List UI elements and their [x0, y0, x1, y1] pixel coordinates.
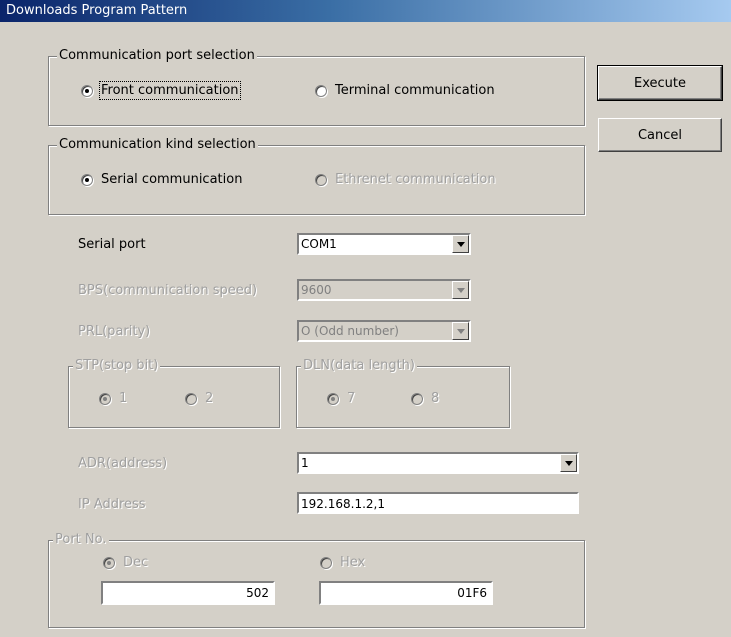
- port-selection-legend: Communication port selection: [57, 48, 257, 63]
- stop-bit-legend: STP(stop bit): [73, 358, 161, 373]
- terminal-communication-radio[interactable]: Terminal communication: [315, 83, 495, 98]
- port-dec-label: Dec: [123, 555, 149, 570]
- bps-select[interactable]: 9600: [297, 279, 471, 301]
- ip-address-field[interactable]: 192.168.1.2,1: [297, 492, 579, 514]
- radio-checked-icon: [81, 84, 93, 97]
- radio-unchecked-icon: [320, 556, 332, 569]
- port-dec-value: 502: [246, 586, 269, 600]
- data-length-8-label: 8: [431, 391, 440, 406]
- ip-address-value: 192.168.1.2,1: [301, 497, 385, 511]
- kind-selection-group: Communication kind selection Serial comm…: [48, 137, 585, 215]
- serial-port-label: Serial port: [78, 237, 146, 252]
- data-length-group: DLN(data length) 7 8: [296, 358, 510, 428]
- port-dec-radio[interactable]: Dec: [103, 555, 148, 570]
- ethernet-communication-radio[interactable]: Ethrenet communication: [315, 172, 496, 187]
- kind-selection-legend: Communication kind selection: [57, 137, 258, 152]
- radio-checked-icon: [99, 392, 111, 405]
- window-title: Downloads Program Pattern: [6, 3, 188, 18]
- port-number-group: Port No. Dec Hex 502 01F6: [48, 532, 585, 628]
- front-communication-radio[interactable]: Front communication: [81, 81, 241, 100]
- port-hex-label: Hex: [340, 555, 366, 570]
- bps-value: 9600: [301, 283, 332, 297]
- serial-communication-label: Serial communication: [101, 172, 243, 187]
- address-value: 1: [301, 456, 309, 470]
- chevron-down-icon[interactable]: [452, 235, 469, 253]
- stop-bit-2-radio[interactable]: 2: [185, 391, 213, 406]
- terminal-communication-label: Terminal communication: [335, 83, 495, 98]
- port-number-legend: Port No.: [53, 532, 109, 547]
- title-bar: Downloads Program Pattern: [0, 0, 731, 22]
- address-label: ADR(address): [78, 456, 168, 471]
- data-length-7-radio[interactable]: 7: [327, 391, 355, 406]
- cancel-label: Cancel: [637, 127, 683, 143]
- port-hex-radio[interactable]: Hex: [320, 555, 365, 570]
- port-hex-field[interactable]: 01F6: [319, 581, 493, 605]
- serial-communication-radio[interactable]: Serial communication: [81, 172, 242, 187]
- stop-bit-group: STP(stop bit) 1 2: [68, 358, 280, 428]
- chevron-down-icon[interactable]: [452, 322, 469, 340]
- prl-select[interactable]: O (Odd number): [297, 320, 471, 342]
- stop-bit-1-radio[interactable]: 1: [99, 391, 127, 406]
- serial-port-value: COM1: [301, 237, 337, 251]
- dialog-body: Communication port selection Front commu…: [0, 22, 731, 633]
- bps-label: BPS(communication speed): [78, 283, 258, 298]
- chevron-down-icon[interactable]: [560, 454, 577, 472]
- port-dec-field[interactable]: 502: [101, 581, 275, 605]
- ethernet-communication-label: Ethrenet communication: [335, 172, 496, 187]
- execute-label: Execute: [634, 75, 686, 91]
- radio-checked-icon: [81, 173, 93, 186]
- cancel-button[interactable]: Cancel: [598, 118, 722, 152]
- radio-unchecked-icon: [315, 173, 327, 186]
- radio-checked-icon: [103, 556, 115, 569]
- prl-value: O (Odd number): [301, 324, 399, 338]
- data-length-legend: DLN(data length): [301, 358, 417, 373]
- port-hex-value: 01F6: [457, 586, 487, 600]
- radio-unchecked-icon: [411, 392, 423, 405]
- address-select[interactable]: 1: [297, 452, 579, 474]
- data-length-8-radio[interactable]: 8: [411, 391, 439, 406]
- stop-bit-1-label: 1: [119, 391, 128, 406]
- ip-address-label: IP Address: [78, 497, 146, 512]
- radio-unchecked-icon: [315, 84, 327, 97]
- stop-bit-2-label: 2: [205, 391, 214, 406]
- serial-port-select[interactable]: COM1: [297, 233, 471, 255]
- port-selection-group: Communication port selection Front commu…: [48, 48, 585, 126]
- data-length-7-label: 7: [347, 391, 356, 406]
- chevron-down-icon[interactable]: [452, 281, 469, 299]
- radio-checked-icon: [327, 392, 339, 405]
- execute-button[interactable]: Execute: [597, 65, 723, 101]
- front-communication-label: Front communication: [99, 81, 241, 100]
- prl-label: PRL(parity): [78, 324, 151, 339]
- radio-unchecked-icon: [185, 392, 197, 405]
